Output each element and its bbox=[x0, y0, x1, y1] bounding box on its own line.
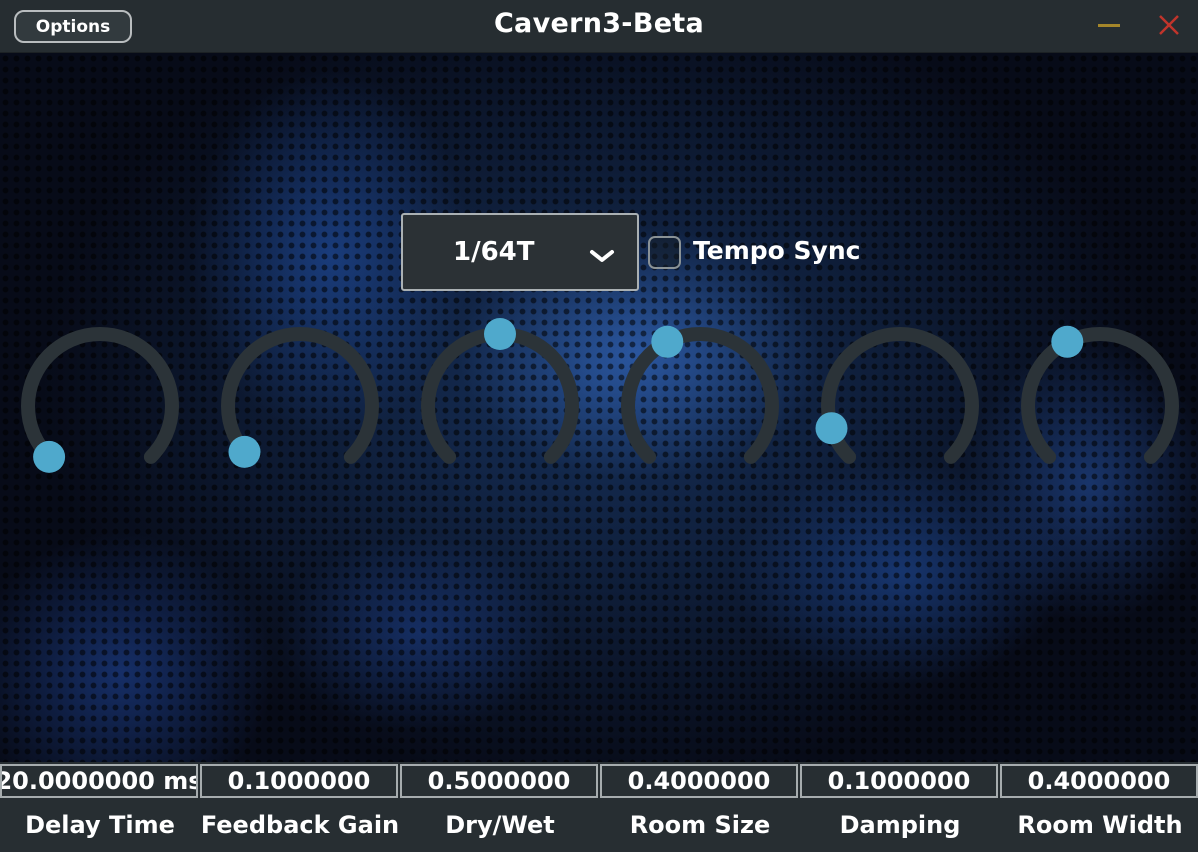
knob-thumb[interactable] bbox=[484, 318, 516, 350]
room-width-value-field[interactable]: 0.4000000 bbox=[1000, 764, 1198, 798]
room-width-label: Room Width bbox=[1017, 811, 1183, 839]
knob-track bbox=[421, 326, 579, 464]
knob-thumb[interactable] bbox=[1051, 325, 1084, 358]
damping-label: Damping bbox=[839, 811, 961, 839]
room-width-knob[interactable] bbox=[1020, 325, 1180, 478]
feedback-gain-value-field[interactable]: 0.1000000 bbox=[200, 764, 398, 798]
title-bar: Options Cavern3-Beta bbox=[0, 0, 1198, 53]
knob-thumb[interactable] bbox=[33, 440, 66, 473]
knob-thumb[interactable] bbox=[651, 325, 684, 358]
sync-division-value: 1/64T bbox=[453, 237, 535, 267]
dry-wet-value-field[interactable]: 0.5000000 bbox=[400, 764, 598, 798]
dry-wet-knob[interactable] bbox=[420, 318, 580, 478]
feedback-gain-knob[interactable] bbox=[220, 326, 380, 478]
dry-wet-label: Dry/Wet bbox=[445, 811, 555, 839]
sync-division-dropdown[interactable]: 1/64T bbox=[401, 213, 639, 291]
damping-value-field[interactable]: 0.1000000 bbox=[800, 764, 998, 798]
window-title: Cavern3-Beta bbox=[493, 8, 705, 39]
knob-track bbox=[621, 326, 779, 464]
room-size-knob[interactable] bbox=[620, 325, 780, 478]
knob-thumb[interactable] bbox=[228, 435, 261, 468]
minimize-icon[interactable] bbox=[1098, 24, 1120, 27]
feedback-gain-label: Feedback Gain bbox=[200, 811, 400, 839]
delay-time-value-field[interactable]: 20.0000000 ms bbox=[0, 764, 198, 798]
tempo-sync-label: Tempo Sync bbox=[693, 236, 861, 265]
tempo-sync-checkbox[interactable] bbox=[648, 236, 681, 269]
parameter-panel: 20.0000000 ms Delay Time 0.1000000 Feedback… bbox=[0, 762, 1198, 852]
knob-track bbox=[821, 326, 979, 464]
room-size-value-field[interactable]: 0.4000000 bbox=[600, 764, 798, 798]
knob-thumb[interactable] bbox=[815, 412, 848, 445]
room-size-label: Room Size bbox=[629, 811, 771, 839]
close-icon[interactable] bbox=[1156, 12, 1182, 38]
chevron-down-icon bbox=[590, 250, 614, 262]
delay-time-label: Delay Time bbox=[25, 811, 175, 839]
damping-knob[interactable] bbox=[815, 326, 980, 478]
knob-track bbox=[1021, 326, 1179, 464]
delay-time-knob[interactable] bbox=[20, 326, 180, 478]
knob-track bbox=[21, 326, 179, 464]
